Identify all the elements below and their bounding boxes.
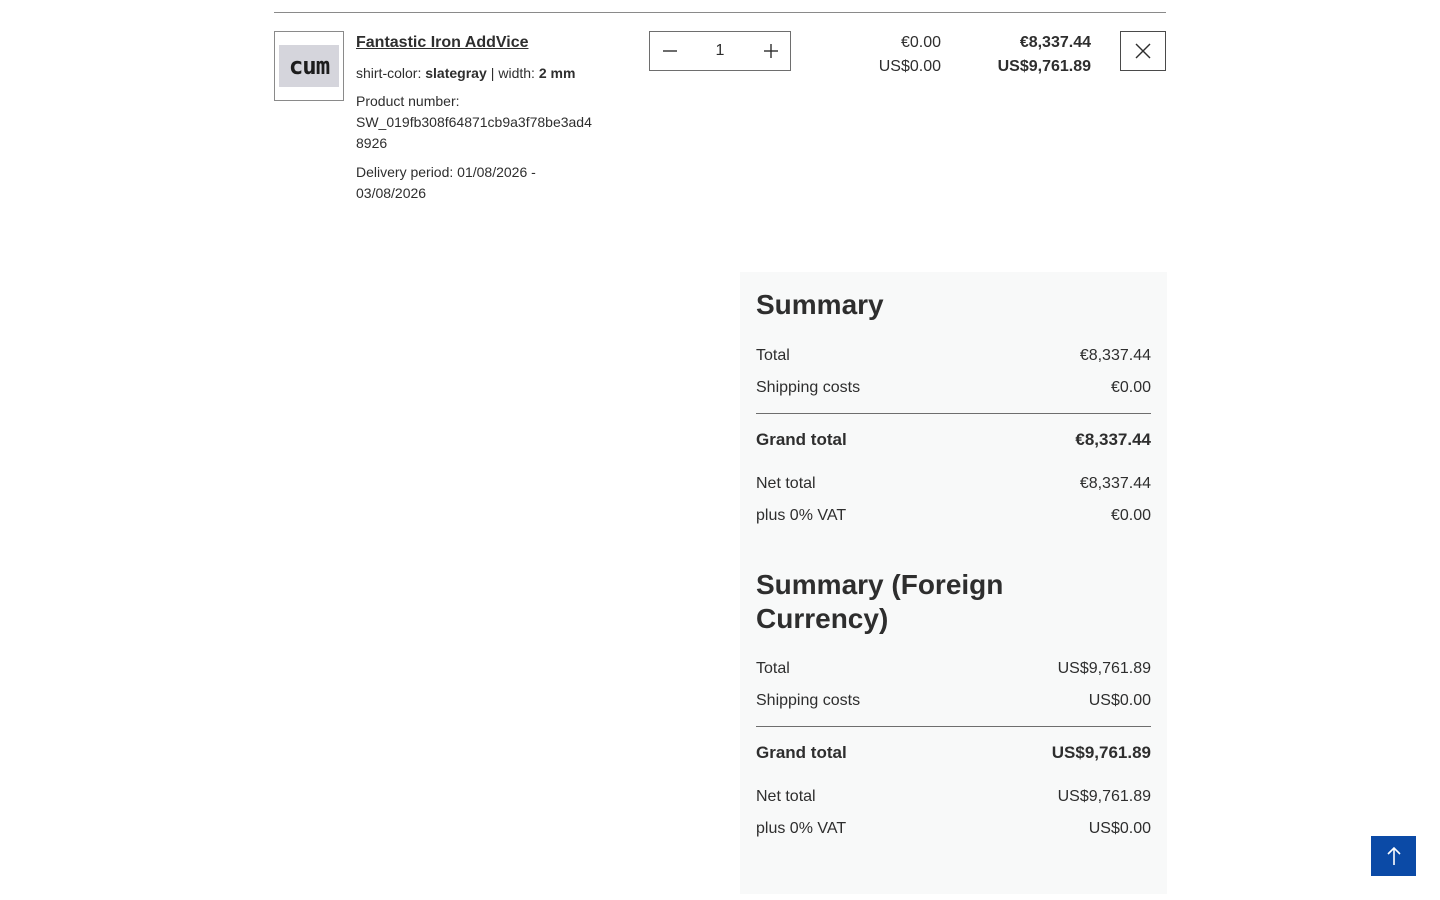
plus-icon [763, 44, 778, 58]
summary-net-total-label: Net total [756, 475, 816, 492]
summary-foreign-total-value: US$9,761.89 [1057, 660, 1151, 677]
summary-foreign-grand-total-value: US$9,761.89 [1051, 743, 1151, 762]
summary-vat-label: plus 0% VAT [756, 507, 847, 524]
scroll-to-top-button[interactable] [1371, 836, 1416, 876]
divider [274, 12, 1166, 13]
product-details: Fantastic Iron AddVice shirt-color: slat… [356, 31, 606, 204]
quantity-input[interactable] [689, 41, 751, 61]
remove-item-button[interactable] [1120, 31, 1166, 71]
summary-total-label: Total [756, 347, 790, 364]
product-number-value: SW_019fb308f64871cb9a3f78be3ad48926 [356, 114, 592, 151]
summary-total-value: €8,337.44 [1079, 347, 1151, 364]
line-total-usd: US$9,761.89 [997, 58, 1091, 75]
summary-foreign-divider [756, 726, 1151, 727]
summary-grand-total-row: Grand total €8,337.44 [756, 424, 1151, 456]
summary-foreign-grand-total-label: Grand total [756, 743, 847, 762]
unit-price-usd: US$0.00 [878, 58, 941, 75]
summary-grand-total-label: Grand total [756, 430, 847, 449]
summary-vat-value: €0.00 [1110, 507, 1151, 524]
summary-title: Summary [756, 289, 884, 320]
line-total-price: €8,337.44 US$9,761.89 [974, 31, 1091, 79]
summary-grand-total-value: €8,337.44 [1075, 430, 1151, 449]
product-number-label: Product number: [356, 93, 460, 109]
summary-foreign-vat-row: plus 0% VAT US$0.00 [756, 813, 1151, 845]
summary-foreign-total-label: Total [756, 660, 790, 677]
quantity-stepper [649, 31, 791, 71]
summary-total-row: Total €8,337.44 [756, 340, 1151, 372]
product-options: shirt-color: slategray | width: 2 mm [356, 63, 606, 83]
cart-summary: Summary Total €8,337.44 Shipping costs €… [740, 272, 1167, 894]
arrow-up-icon [1386, 846, 1401, 865]
line-total-eur: €8,337.44 [1019, 34, 1091, 51]
option-separator: | [490, 65, 495, 81]
option-value-width: 2 mm [538, 65, 576, 81]
summary-vat-row: plus 0% VAT €0.00 [756, 500, 1151, 532]
summary-shipping-row: Shipping costs €0.00 [756, 372, 1151, 404]
cart-line-item: cum Fantastic Iron AddVice shirt-color: … [274, 31, 1166, 211]
option-label-width: width: [498, 65, 535, 81]
minus-icon [662, 50, 677, 52]
summary-foreign-vat-value: US$0.00 [1088, 820, 1151, 837]
summary-divider [756, 413, 1151, 414]
product-name-link[interactable]: Fantastic Iron AddVice [356, 31, 606, 55]
summary-foreign-net-total-value: US$9,761.89 [1057, 788, 1151, 805]
summary-foreign-shipping-label: Shipping costs [756, 692, 861, 709]
cart-page: cum Fantastic Iron AddVice shirt-color: … [0, 0, 1440, 900]
increase-quantity-button[interactable] [751, 32, 790, 70]
summary-foreign-shipping-row: Shipping costs US$0.00 [756, 685, 1151, 717]
decrease-quantity-button[interactable] [650, 32, 689, 70]
option-value-color: slategray [425, 65, 487, 81]
delivery-period-label: Delivery period: [356, 164, 454, 180]
summary-net-total-row: Net total €8,337.44 [756, 468, 1151, 500]
product-number: Product number: SW_019fb308f64871cb9a3f7… [356, 91, 606, 154]
product-thumbnail[interactable]: cum [274, 31, 344, 101]
summary-foreign-grand-total-row: Grand total US$9,761.89 [756, 737, 1151, 769]
summary-foreign-total-row: Total US$9,761.89 [756, 653, 1151, 685]
summary-net-total-value: €8,337.44 [1079, 475, 1151, 492]
delivery-period: Delivery period: 01/08/2026 - 03/08/2026 [356, 162, 566, 204]
product-image[interactable]: cum [279, 45, 339, 87]
summary-foreign-net-total-label: Net total [756, 788, 816, 805]
close-icon [1135, 43, 1151, 59]
unit-price: €0.00 US$0.00 [834, 31, 941, 79]
summary-shipping-value: €0.00 [1110, 379, 1151, 396]
option-label-color: shirt-color: [356, 65, 422, 81]
summary-foreign-net-total-row: Net total US$9,761.89 [756, 781, 1151, 813]
unit-price-eur: €0.00 [900, 34, 941, 51]
summary-shipping-label: Shipping costs [756, 379, 861, 396]
summary-foreign-shipping-value: US$0.00 [1088, 692, 1151, 709]
summary-foreign-vat-label: plus 0% VAT [756, 820, 847, 837]
summary-foreign-title: Summary (Foreign Currency) [756, 569, 1004, 634]
